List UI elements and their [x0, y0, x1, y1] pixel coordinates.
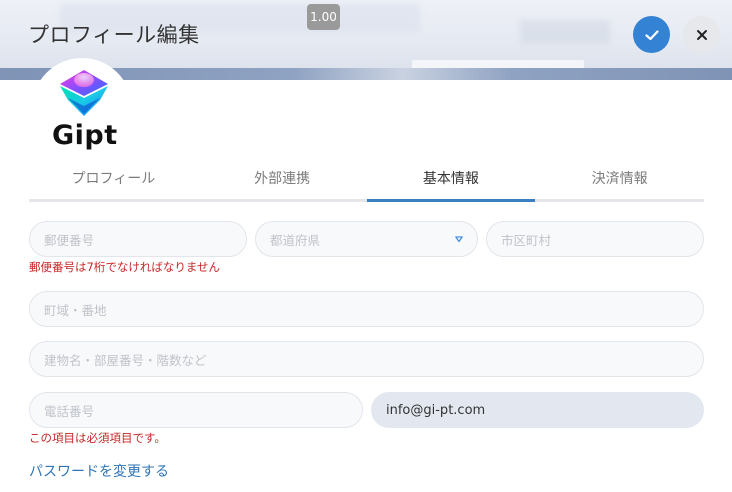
building-placeholder: 建物名・部屋番号・階数など	[44, 352, 207, 368]
phone-error: この項目は必須項目です。	[29, 431, 166, 445]
logo-text: Gipt	[52, 120, 118, 151]
city-placeholder: 市区町村	[501, 232, 552, 248]
avatar[interactable]: Gipt	[32, 58, 132, 158]
modal-title: プロフィール編集	[28, 23, 200, 47]
building-input[interactable]: 建物名・部屋番号・階数など	[29, 341, 704, 377]
check-icon	[644, 29, 659, 40]
postal-code-input[interactable]: 郵便番号	[29, 221, 247, 257]
postal-code-error: 郵便番号は7桁でなければなりません	[29, 260, 220, 274]
street-input[interactable]: 町域・番地	[29, 291, 704, 327]
close-button[interactable]	[683, 16, 720, 53]
phone-placeholder: 電話番号	[44, 403, 95, 419]
email-value: info@gi-pt.com	[386, 402, 486, 418]
tab-basic-info[interactable]: 基本情報	[366, 164, 536, 202]
prefecture-select[interactable]: 都道府県	[255, 221, 478, 257]
postal-code-placeholder: 郵便番号	[44, 232, 95, 248]
tab-payment-info[interactable]: 決済情報	[535, 164, 704, 199]
email-field[interactable]: info@gi-pt.com	[371, 392, 704, 428]
confirm-button[interactable]	[633, 16, 670, 53]
tab-bar: プロフィール 外部連携 基本情報 決済情報	[29, 164, 704, 202]
phone-input[interactable]: 電話番号	[29, 392, 363, 428]
banner-background-shape	[520, 20, 610, 44]
close-icon	[696, 29, 707, 40]
city-input[interactable]: 市区町村	[486, 221, 704, 257]
gipt-logo-mark	[60, 70, 108, 116]
chevron-down-icon	[455, 236, 463, 243]
tab-profile[interactable]: プロフィール	[29, 164, 198, 199]
tab-external-integration[interactable]: 外部連携	[198, 164, 367, 199]
zoom-badge: 1.00	[307, 4, 340, 30]
street-placeholder: 町域・番地	[44, 302, 107, 318]
change-password-link[interactable]: パスワードを変更する	[29, 461, 169, 481]
prefecture-placeholder: 都道府県	[270, 232, 321, 248]
